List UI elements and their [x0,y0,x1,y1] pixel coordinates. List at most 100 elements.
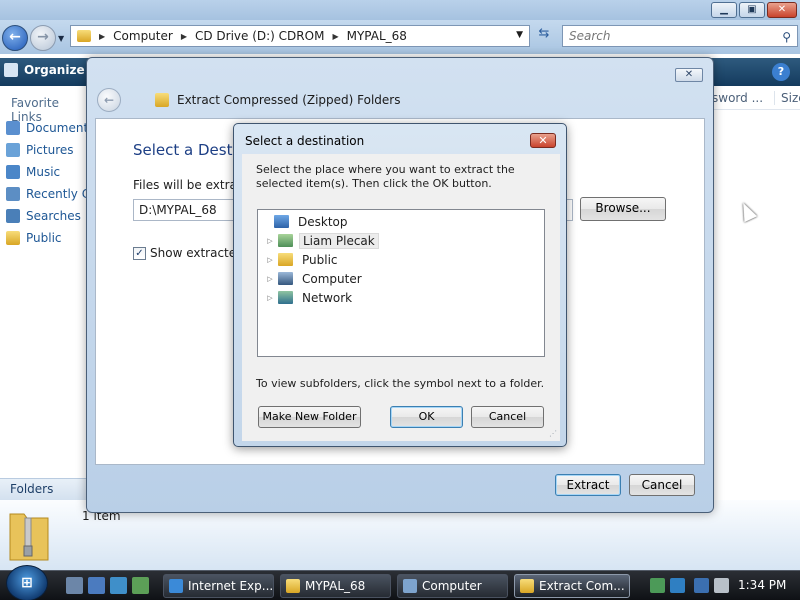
taskbar: ⊞ Internet Exp... MYPAL_68 Computer Extr… [0,565,800,600]
favorite-link-documents[interactable]: Documents [6,119,94,137]
maximize-button[interactable]: ▣ [739,2,765,18]
folders-toggle[interactable]: Folders [0,478,88,500]
favorite-link-label: Public [26,231,62,245]
tree-item-desktop[interactable]: Desktop [258,212,351,231]
close-window-button[interactable]: ✕ [767,2,797,18]
close-icon[interactable]: ✕ [530,133,556,148]
expand-arrow-icon[interactable]: ▷ [262,275,278,283]
folder-icon [286,579,300,593]
help-icon[interactable]: ? [772,63,790,81]
favorite-link-label: Searches [26,209,81,223]
make-new-folder-button[interactable]: Make New Folder [258,406,361,428]
zip-folder-icon [520,579,534,593]
browse-button[interactable]: Browse... [580,197,666,221]
computer-icon [278,272,293,285]
wizard-title-text: Extract Compressed (Zipped) Folders [177,93,401,107]
favorite-link-label: Documents [26,121,95,135]
expand-arrow-icon[interactable]: ▷ [262,294,278,302]
folder-icon [278,253,293,266]
minimize-button[interactable]: ▁ [711,2,737,18]
computer-icon [403,579,417,593]
tree-item-liam-plecak[interactable]: ▷ Liam Plecak [262,231,379,250]
tree-item-label: Desktop [298,214,348,229]
favorite-link-label: Recently C [26,187,91,201]
volume-muted-icon[interactable] [714,578,729,593]
favorite-link-label: Pictures [26,143,74,157]
task-label: MYPAL_68 [305,579,366,593]
address-row: ← → ▼ ▶ Computer ▶ CD Drive (D:) CDROM ▶… [0,20,800,54]
organize-icon [4,63,18,77]
tree-item-public[interactable]: ▷ Public [262,250,341,269]
select-destination-dialog: Select a destination ✕ Select the place … [233,123,567,447]
wizard-cancel-button[interactable]: Cancel [629,474,695,496]
favorite-link-pictures[interactable]: Pictures [6,141,74,159]
column-header-password[interactable]: sword ... [712,91,763,105]
tree-item-label: Computer [302,271,362,286]
wizard-title: Extract Compressed (Zipped) Folders [155,93,401,107]
chevron-down-icon[interactable]: ▼ [516,30,523,40]
show-desktop-icon[interactable] [66,577,83,594]
ok-button[interactable]: OK [390,406,463,428]
organize-label: Organize [24,63,85,77]
resize-grip-icon[interactable]: ⋰ [549,429,557,438]
organize-button[interactable]: Organize [4,63,85,77]
internet-explorer-icon [169,579,183,593]
expand-arrow-icon[interactable]: ▷ [262,237,278,245]
breadcrumb-separator-icon: ▶ [99,31,106,41]
favorite-link-music[interactable]: Music [6,163,60,181]
favorite-link-label: Music [26,165,61,179]
user-folder-icon [278,234,293,247]
column-header-size[interactable]: Size [774,91,800,105]
zip-folder-icon [155,93,169,107]
search-placeholder: Search [569,29,611,43]
switch-windows-icon[interactable] [88,577,105,594]
navigation-pane: Favorite Links Documents Pictures Music … [0,86,94,478]
search-icon[interactable]: ⚲ [782,27,791,47]
refresh-icon[interactable]: ⇆ [533,26,555,46]
tree-item-label: Network [302,290,353,305]
tree-item-label: Public [302,252,338,267]
favorite-link-public[interactable]: Public [6,229,62,247]
breadcrumb-mypal[interactable]: MYPAL_68 [347,29,407,43]
start-button[interactable]: ⊞ [6,565,48,600]
task-mypal-folder[interactable]: MYPAL_68 [280,574,391,598]
dialog-title: Select a destination [245,134,365,148]
favorite-link-searches[interactable]: Searches [6,207,81,225]
extract-button[interactable]: Extract [555,474,621,496]
task-computer[interactable]: Computer [397,574,508,598]
recent-pages-dropdown[interactable]: ▼ [58,34,64,43]
dialog-body: Select the place where you want to extra… [242,154,560,441]
favorite-link-recently-changed[interactable]: Recently C [6,185,90,203]
forward-button[interactable]: → [30,25,56,51]
breadcrumb-computer[interactable]: Computer [113,29,173,43]
show-extracted-checkbox[interactable]: ✓ [133,246,146,260]
back-button[interactable]: ← [2,25,28,51]
network-icon[interactable] [694,578,709,593]
expand-arrow-icon[interactable]: ▷ [262,256,278,264]
column-headers: sword ... Size [710,86,800,110]
dialog-hint: To view subfolders, click the symbol nex… [256,377,545,390]
address-bar[interactable]: ▶ Computer ▶ CD Drive (D:) CDROM ▶ MYPAL… [70,25,530,47]
task-internet-explorer[interactable]: Internet Exp... [163,574,274,598]
search-input[interactable]: Search ⚲ [562,25,798,47]
display-icon[interactable] [670,578,685,593]
wizard-heading: Select a Destin [133,141,247,159]
breadcrumb-separator-icon: ▶ [180,31,187,41]
recently-changed-icon [6,187,20,201]
tree-item-computer[interactable]: ▷ Computer [262,269,365,288]
pictures-icon [6,143,20,157]
close-icon[interactable]: ✕ [675,68,703,82]
desktop-icon [274,215,289,228]
wizard-back-button[interactable]: ← [97,88,121,112]
documents-icon [6,121,20,135]
task-extract-compressed[interactable]: Extract Com... [514,574,630,598]
folder-tree[interactable]: Desktop ▷ Liam Plecak ▷ Public ▷ Compute… [257,209,545,357]
network-status-icon[interactable] [650,578,665,593]
messenger-icon[interactable] [132,577,149,594]
dialog-cancel-button[interactable]: Cancel [471,406,544,428]
explorer-title-bar: ▁ ▣ ✕ [0,0,800,20]
breadcrumb-cd-drive[interactable]: CD Drive (D:) CDROM [195,29,324,43]
clock[interactable]: 1:34 PM [738,578,786,592]
tree-item-network[interactable]: ▷ Network [262,288,355,307]
media-player-icon[interactable] [110,577,127,594]
